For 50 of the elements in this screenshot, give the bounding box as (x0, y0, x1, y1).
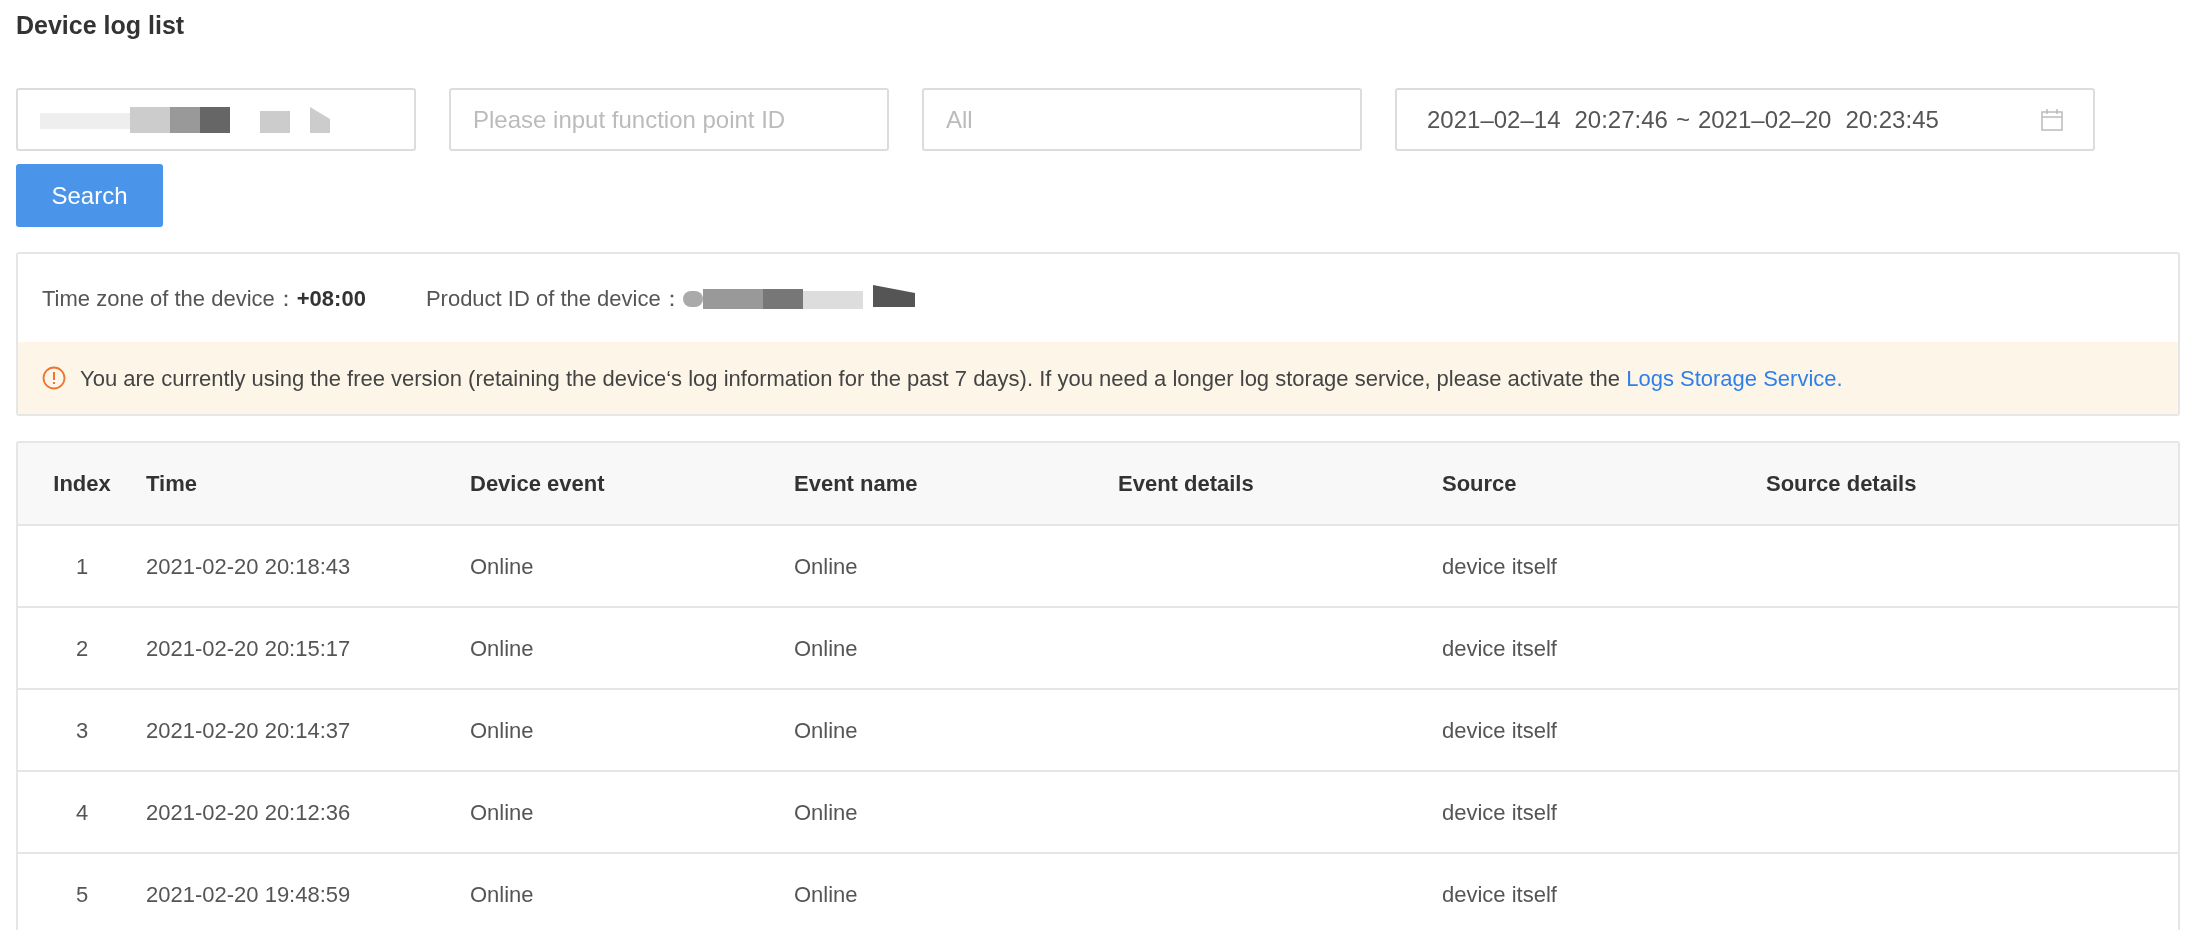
column-header: Event details (1118, 470, 1255, 498)
table-cell-text: 2021-02-20 19:48:59 (146, 880, 352, 909)
table-cell-text: Online (470, 634, 535, 663)
table-cell-text: 4 (74, 798, 90, 827)
notice-text: You are currently using the free version (retaining the device‘s log information for the past 7 days). If you need a longer log storage service, please activate the Logs Storage Service. (80, 364, 1843, 393)
warning-icon (42, 366, 66, 390)
time-zone-value: +08:00 (296, 284, 366, 313)
column-header: Index (52, 470, 112, 498)
end-time: 20:23:45 (1845, 104, 1939, 135)
function-point-field[interactable]: Please input function point ID (449, 88, 889, 151)
storage-service-link[interactable]: Logs Storage Service. (1626, 365, 1843, 391)
date-range-field[interactable]: 2021–02–14 20:27:46 ~ 2021–02–20 20:23:45 (1395, 88, 2095, 151)
table-cell-text: 2021-02-20 20:12:36 (146, 798, 352, 827)
range-separator: ~ (1675, 104, 1690, 135)
table-cell-text: device itself (1442, 634, 1558, 663)
column-header: Source details (1766, 470, 1918, 498)
column-header: Time (146, 470, 198, 498)
table-cell-text: device itself (1442, 552, 1558, 581)
calendar-icon (2041, 108, 2063, 131)
time-zone-label: Time zone of the device： (42, 284, 297, 313)
product-id-label: Product ID of the device： (425, 284, 683, 313)
column-header: Device event (470, 470, 606, 498)
table-cell-text: device itself (1442, 716, 1558, 745)
table-cell-text: 2021-02-20 20:14:37 (146, 716, 352, 745)
table-cell-text: Online (794, 798, 859, 827)
start-time: 20:27:46 (1574, 104, 1668, 135)
table-cell-text: 2 (74, 634, 90, 663)
search-button[interactable]: Search (16, 164, 163, 227)
table-cell-text: Online (470, 716, 535, 745)
table-cell-text: Online (470, 880, 535, 909)
table-cell-text: device itself (1442, 798, 1558, 827)
page-title: Device log list (16, 10, 186, 41)
table-cell-text: device itself (1442, 880, 1558, 909)
column-header: Event name (794, 470, 919, 498)
table-cell-text: 2021-02-20 20:15:17 (146, 634, 352, 663)
table-cell-text: 1 (74, 552, 90, 581)
table-cell-text: Online (794, 880, 859, 909)
table-cell-text: 3 (74, 716, 90, 745)
table-cell-text: Online (794, 552, 859, 581)
table-cell-text: Online (470, 552, 535, 581)
table-cell-text: Online (794, 634, 859, 663)
table-cell-text: Online (794, 716, 859, 745)
table-cell-text: Online (470, 798, 535, 827)
table-cell-text: 2021-02-20 20:18:43 (146, 552, 352, 581)
start-date: 2021–02–14 (1427, 104, 1561, 135)
device-id-field[interactable] (16, 88, 416, 151)
column-header: Source (1442, 470, 1518, 498)
event-type-select[interactable]: All (922, 88, 1362, 151)
end-date: 2021–02–20 (1697, 104, 1832, 135)
table-cell-text: 5 (74, 880, 90, 909)
